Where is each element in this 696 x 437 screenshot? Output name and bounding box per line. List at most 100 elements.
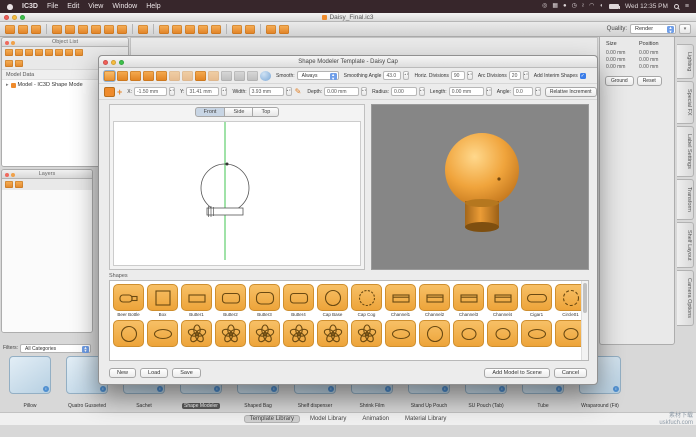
view-tab-side[interactable]: Side xyxy=(225,107,253,117)
color-swatch-button[interactable] xyxy=(104,87,115,97)
export-icon[interactable] xyxy=(35,49,43,56)
text-icon[interactable] xyxy=(198,25,208,34)
shape-tile-channel1[interactable]: Channel1 xyxy=(385,284,416,317)
tab-material-library[interactable]: Material Library xyxy=(399,415,452,423)
shape-tile[interactable] xyxy=(487,320,518,347)
orbit-icon[interactable] xyxy=(78,25,88,34)
select-tool-icon[interactable] xyxy=(104,71,115,81)
save-file-icon[interactable] xyxy=(31,25,41,34)
side-tab-lighting[interactable]: Lighting xyxy=(677,44,694,79)
arc-tool-icon[interactable] xyxy=(234,71,245,81)
dialog-titlebar[interactable]: Shape Modeler Template - Daisy Cap xyxy=(99,56,597,68)
spotlight-search-icon[interactable] xyxy=(674,4,679,9)
shape-tile[interactable] xyxy=(147,320,178,347)
layers-header[interactable]: Layers xyxy=(2,170,92,179)
zoom-tool-icon[interactable] xyxy=(117,71,128,81)
menu-window[interactable]: Window xyxy=(112,3,137,10)
stepper-control[interactable]: ▲▼ xyxy=(523,71,529,80)
info-icon[interactable]: i xyxy=(100,386,106,392)
camera-icon[interactable] xyxy=(245,25,255,34)
arc-divisions-field[interactable]: 20 xyxy=(509,71,521,80)
paint-tool-icon[interactable]: ✎ xyxy=(295,87,302,97)
fill-tool-icon[interactable] xyxy=(195,71,206,81)
add-layer-icon[interactable] xyxy=(5,181,13,188)
field-radius[interactable]: 0.00 xyxy=(391,87,417,96)
shape-tool-icon[interactable] xyxy=(156,71,167,81)
app-grid-icon[interactable]: ▦ xyxy=(552,0,558,13)
side-tab-special-fx[interactable]: Special FX xyxy=(677,81,694,124)
shape-tile-butter1[interactable]: Butter1 xyxy=(181,284,212,317)
horiz-divisions-field[interactable]: 90 xyxy=(451,71,465,80)
align-center-icon[interactable] xyxy=(172,25,182,34)
cube-icon[interactable] xyxy=(45,49,53,56)
side-tab-label-settings[interactable]: Label Settings xyxy=(677,126,694,177)
field-x[interactable]: -1.50 mm xyxy=(134,87,167,96)
shapes-scrollbar[interactable] xyxy=(581,281,588,360)
quality-select[interactable]: Render▲▼ xyxy=(630,24,676,34)
info-icon[interactable]: i xyxy=(556,386,562,392)
help-button-icon[interactable] xyxy=(260,71,271,81)
object-list-header[interactable]: Object List xyxy=(2,38,128,47)
smoothing-angle-field[interactable]: 43.0 xyxy=(383,71,401,80)
side-tab-transform[interactable]: Transform xyxy=(677,179,694,220)
menu-file[interactable]: File xyxy=(47,3,58,10)
menu-ic3d[interactable]: IC3D xyxy=(22,3,38,10)
info-icon[interactable]: i xyxy=(214,386,220,392)
redo-icon[interactable] xyxy=(279,25,289,34)
import-icon[interactable] xyxy=(25,49,33,56)
disclosure-triangle-icon[interactable]: ▸ xyxy=(6,82,9,88)
shape-tile[interactable] xyxy=(113,320,144,347)
stepper-control[interactable]: ▲▼ xyxy=(486,87,492,96)
reset-button[interactable]: Reset xyxy=(637,76,662,86)
volume-icon[interactable]: ◖ xyxy=(599,0,603,13)
shape-tile-cap-base[interactable]: Cap Base xyxy=(317,284,348,317)
open-file-icon[interactable] xyxy=(18,25,28,34)
info-icon[interactable]: i xyxy=(499,386,505,392)
preview-3d-viewport[interactable] xyxy=(371,104,589,270)
info-icon[interactable]: i xyxy=(385,386,391,392)
shape-tile-cigar1[interactable]: Cigar1 xyxy=(521,284,552,317)
pen-tool-icon[interactable] xyxy=(247,71,258,81)
new-folder-icon[interactable] xyxy=(5,60,13,67)
delete-folder-icon[interactable] xyxy=(15,60,23,67)
info-icon[interactable]: i xyxy=(43,386,49,392)
align-right-icon[interactable] xyxy=(185,25,195,34)
panel-controls[interactable] xyxy=(5,41,15,45)
field-y[interactable]: 31.41 mm xyxy=(186,87,219,96)
smooth-select[interactable]: Always▲▼ xyxy=(297,71,339,80)
stepper-control[interactable]: ▲▼ xyxy=(419,87,425,96)
snap-icon[interactable] xyxy=(138,25,148,34)
info-icon[interactable]: i xyxy=(271,386,277,392)
folder-icon[interactable] xyxy=(5,49,13,56)
info-icon[interactable]: i xyxy=(442,386,448,392)
remove-layer-icon[interactable] xyxy=(15,181,23,188)
shape-tile[interactable] xyxy=(283,320,314,347)
undo-icon[interactable] xyxy=(266,25,276,34)
shape-tile[interactable] xyxy=(419,320,450,347)
side-tab-camera-options[interactable]: Camera Options xyxy=(677,270,694,326)
ground-button[interactable]: Ground xyxy=(605,76,634,86)
align-left-icon[interactable] xyxy=(159,25,169,34)
shape-tile[interactable] xyxy=(351,320,382,347)
template-pillow[interactable]: iPillow xyxy=(8,356,52,412)
view-tab-top[interactable]: Top xyxy=(253,107,279,117)
load-button[interactable]: Load xyxy=(140,368,168,378)
mirror-tool-icon[interactable] xyxy=(169,71,180,81)
search-icon[interactable] xyxy=(65,25,75,34)
scale-icon[interactable] xyxy=(117,25,127,34)
dialog-minimize-button[interactable] xyxy=(111,60,116,65)
side-tab-shelf-layout[interactable]: Shelf Layout xyxy=(677,222,694,269)
stepper-control[interactable]: ▲▼ xyxy=(467,71,473,80)
profile-canvas[interactable] xyxy=(113,121,361,266)
field-length[interactable]: 0.00 mm xyxy=(449,87,484,96)
shape-tile-beer-bottle[interactable]: Beer Bottle xyxy=(113,284,144,317)
accessibility-icon[interactable]: ◎ xyxy=(542,0,547,13)
add-point-icon[interactable]: + xyxy=(117,87,122,97)
grab-icon[interactable] xyxy=(211,25,221,34)
shape-tile[interactable] xyxy=(385,320,416,347)
panel-controls[interactable] xyxy=(5,173,15,177)
shape-tile-cap-cog[interactable]: Cap Cog xyxy=(351,284,382,317)
relative-increment-button[interactable]: Relative Increment xyxy=(545,87,597,97)
shape-tile[interactable] xyxy=(521,320,552,347)
stepper-control[interactable]: ▲▼ xyxy=(403,71,409,80)
